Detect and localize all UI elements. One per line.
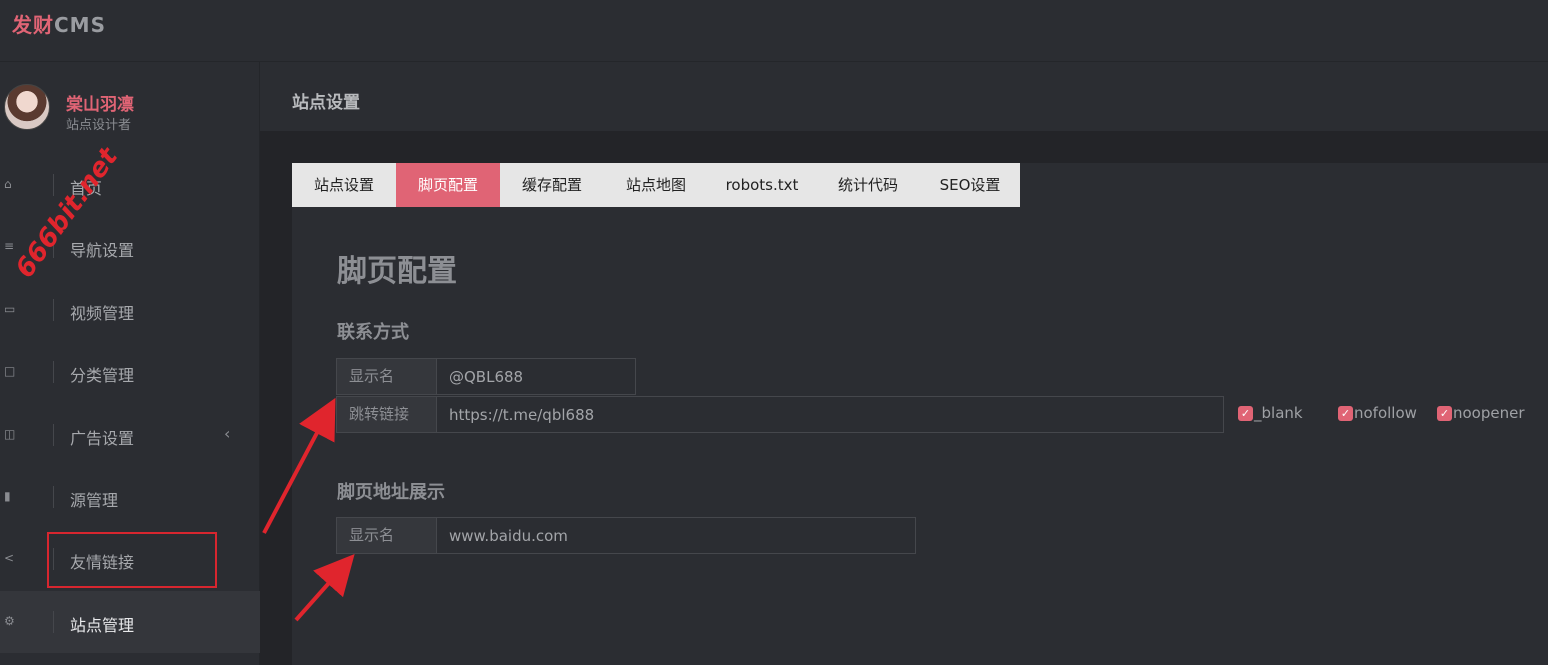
logo-text-secondary: CMS (54, 13, 106, 37)
sidebar-item-label: 站点管理 (70, 615, 135, 635)
checkbox-noopener[interactable]: ✓ noopener (1437, 404, 1525, 422)
sidebar-item-sources[interactable]: ▮ 源管理 (0, 466, 260, 528)
sidebar-menu: ⌂ 首页 ≡ 导航设置 ▭ 视频管理 □ 分类管理 ◫ 广告设置 ‹ ▮ 源管理… (0, 154, 260, 654)
user-name: 棠山羽凛 (66, 95, 134, 115)
checkbox-label: _blank (1254, 404, 1303, 422)
section-title-contact: 联系方式 (337, 322, 409, 343)
checkbox-blank[interactable]: ✓ _blank (1238, 404, 1303, 422)
sidebar-item-site-management[interactable]: ⚙ 站点管理 (0, 590, 260, 654)
checkbox-nofollow[interactable]: ✓ nofollow (1338, 404, 1417, 422)
user-role: 站点设计者 (66, 118, 132, 133)
tab-footer-config[interactable]: 脚页配置 (396, 163, 500, 207)
sidebar-item-home[interactable]: ⌂ 首页 (0, 154, 260, 216)
app-logo[interactable]: 发财CMS (12, 9, 106, 38)
sidebar-item-label: 视频管理 (70, 303, 135, 323)
divider (53, 361, 54, 384)
page-title: 脚页配置 (337, 254, 457, 289)
category-icon: □ (4, 364, 16, 379)
sidebar-item-label: 源管理 (70, 490, 119, 510)
logo-text-primary: 发财 (12, 13, 54, 37)
contact-name-row: 显示名 (336, 358, 636, 395)
divider (53, 610, 54, 633)
chevron-left-icon[interactable]: ‹ (224, 424, 230, 443)
checkbox-checked-icon: ✓ (1437, 405, 1452, 421)
sidebar-item-links[interactable]: < 友情链接 (0, 528, 260, 590)
tab-seo-settings[interactable]: SEO设置 (920, 163, 1020, 207)
divider (53, 298, 54, 321)
sidebar-item-label: 分类管理 (70, 366, 135, 386)
contact-link-row: 跳转链接 (336, 396, 1224, 433)
divider (53, 236, 54, 259)
page-header-title: 站点设置 (292, 93, 360, 113)
footer-address-row: 显示名 (336, 517, 916, 554)
sidebar-item-nav-settings[interactable]: ≡ 导航设置 (0, 216, 260, 278)
top-bar: 发财CMS (0, 0, 1548, 62)
gear-icon: ⚙ (4, 613, 15, 628)
sliders-icon: ≡ (4, 239, 15, 254)
page-header: 站点设置 (260, 62, 1548, 131)
sidebar-item-label: 广告设置 (70, 428, 135, 448)
contact-name-label: 显示名 (336, 358, 436, 395)
user-profile: 棠山羽凛 站点设计者 (0, 62, 260, 154)
tab-site-settings[interactable]: 站点设置 (292, 163, 396, 207)
tab-cache-config[interactable]: 缓存配置 (500, 163, 604, 207)
tab-robots[interactable]: robots.txt (708, 163, 816, 207)
divider (53, 174, 54, 196)
tab-stats-code[interactable]: 统计代码 (816, 163, 920, 207)
contact-name-input[interactable] (436, 358, 636, 395)
book-icon: ◫ (4, 426, 16, 441)
sidebar-item-ads[interactable]: ◫ 广告设置 ‹ (0, 404, 260, 466)
settings-tabs: 站点设置 脚页配置 缓存配置 站点地图 robots.txt 统计代码 SEO设… (292, 163, 1020, 207)
video-icon: ▭ (4, 301, 16, 316)
divider (53, 423, 54, 446)
share-icon: < (4, 551, 15, 566)
avatar[interactable] (4, 84, 50, 130)
contact-link-input[interactable] (436, 396, 1224, 433)
footer-address-label: 显示名 (336, 517, 436, 554)
contact-link-label: 跳转链接 (336, 396, 436, 433)
tab-sitemap[interactable]: 站点地图 (604, 163, 708, 207)
home-icon: ⌂ (4, 177, 12, 191)
sidebar-item-label: 首页 (70, 179, 103, 198)
divider (53, 548, 54, 571)
sidebar: 棠山羽凛 站点设计者 ⌂ 首页 ≡ 导航设置 ▭ 视频管理 □ 分类管理 ◫ 广… (0, 62, 260, 665)
section-title-footer-address: 脚页地址展示 (337, 482, 445, 503)
sidebar-item-video[interactable]: ▭ 视频管理 (0, 279, 260, 341)
sidebar-item-category[interactable]: □ 分类管理 (0, 341, 260, 403)
checkbox-label: nofollow (1354, 404, 1417, 422)
checkbox-label: noopener (1453, 404, 1525, 422)
checkbox-checked-icon: ✓ (1338, 405, 1353, 421)
sidebar-item-label: 友情链接 (70, 553, 135, 573)
bar-chart-icon: ▮ (4, 488, 11, 503)
divider (53, 485, 54, 508)
footer-address-input[interactable] (436, 517, 916, 554)
checkbox-checked-icon: ✓ (1238, 405, 1253, 421)
sidebar-item-label: 导航设置 (70, 241, 135, 261)
